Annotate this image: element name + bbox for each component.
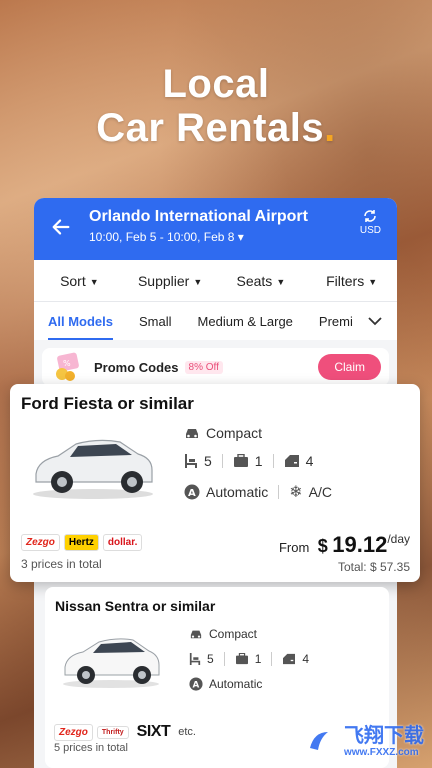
car-capacity: 5 1 4 — [184, 453, 313, 469]
car-transmission: A Automatic — [189, 677, 262, 691]
luggage-icon — [233, 454, 248, 467]
supplier-logo-zezgo: Zezgo — [21, 534, 60, 551]
car-category: Compact — [184, 425, 262, 441]
search-header: Orlando International Airport 10:00, Feb… — [34, 198, 397, 260]
watermark-url: www.FXXZ.com — [344, 746, 419, 758]
supplier-logo-zezgo: Zezgo — [54, 723, 93, 741]
automatic-icon: A — [184, 484, 200, 500]
promo-headline: Local Car Rentals. — [0, 62, 432, 150]
headline-dot: . — [324, 106, 336, 150]
prices-count: 5 prices in total — [54, 742, 128, 754]
car-icon — [190, 630, 202, 639]
automatic-icon: A — [189, 677, 203, 691]
price-from-label: From — [278, 540, 310, 555]
luggage-icon — [235, 653, 248, 665]
refresh-currency-icon — [364, 210, 377, 222]
more-tabs-button[interactable] — [353, 302, 397, 340]
car-title: Nissan Sentra or similar — [55, 598, 216, 614]
svg-text:%: % — [63, 359, 71, 368]
currency-switcher[interactable]: USD — [360, 208, 381, 236]
watermark-logo-icon — [298, 720, 340, 762]
caret-down-icon: ▼ — [276, 276, 286, 287]
car-transmission: A Automatic ❄ A/C — [184, 482, 332, 502]
seats-dropdown[interactable]: Seats ▼ — [216, 273, 307, 289]
caret-down-icon: ▼ — [368, 276, 378, 287]
filters-dropdown[interactable]: Filters ▼ — [306, 273, 397, 289]
seat-icon — [185, 454, 197, 468]
bags-count: 1 — [254, 652, 262, 666]
claim-button[interactable]: Claim — [318, 354, 381, 380]
seats-count: 5 — [207, 652, 214, 666]
ac-label: A/C — [308, 484, 332, 500]
back-arrow-icon[interactable] — [50, 216, 72, 238]
supplier-logo-hertz: Hertz — [63, 534, 99, 551]
car-icon — [186, 429, 198, 438]
svg-text:A: A — [188, 488, 196, 499]
car-image — [63, 638, 160, 688]
seats-count: 5 — [204, 453, 212, 469]
headline-line-2: Car Rentals — [96, 106, 325, 150]
site-watermark: 飞翔下载 www.FXXZ.com — [298, 720, 424, 762]
supplier-logo-dollar: dollar. — [102, 534, 143, 551]
door-icon — [283, 653, 296, 665]
supplier-logos: Zezgo Hertz dollar. — [21, 534, 146, 551]
snowflake-icon: ❄ — [289, 484, 303, 501]
price-per-day: 19.12 — [332, 532, 388, 557]
date-range[interactable]: 10:00, Feb 5 - 10:00, Feb 8 ▾ — [89, 230, 244, 244]
coupon-icon: % — [56, 352, 79, 381]
doors-count: 4 — [305, 453, 314, 469]
watermark-title: 飞翔下载 — [344, 724, 424, 747]
price-block: From $ 19.12/day Total: $ 57.35 — [279, 532, 410, 574]
price-currency: $ — [317, 536, 328, 556]
car-capacity: 5 1 4 — [189, 652, 309, 666]
door-icon — [284, 455, 299, 467]
supplier-logos: Zezgo Thrifty SIXT etc. — [54, 721, 196, 743]
caret-down-icon: ▼ — [193, 276, 203, 287]
currency-label: USD — [359, 225, 381, 236]
tab-small[interactable]: Small — [139, 314, 172, 329]
price-unit: /day — [387, 532, 410, 546]
tab-medium-large[interactable]: Medium & Large — [198, 314, 293, 329]
svg-text:A: A — [193, 681, 200, 691]
suppliers-etc: etc. — [178, 726, 196, 738]
car-category: Compact — [189, 627, 257, 641]
filter-bar: Sort ▼ Supplier ▼ Seats ▼ Filters ▼ — [34, 260, 397, 302]
location-title[interactable]: Orlando International Airport — [89, 208, 308, 226]
seat-icon — [189, 653, 201, 665]
caret-down-icon: ▼ — [89, 276, 99, 287]
sort-dropdown[interactable]: Sort ▼ — [34, 273, 125, 289]
car-image — [33, 439, 153, 499]
prices-count: 3 prices in total — [21, 557, 102, 571]
promo-codes-banner: % Promo Codes 8% Off Claim — [42, 348, 389, 386]
doors-count: 4 — [302, 652, 310, 666]
price-total: Total: $ 57.35 — [337, 560, 410, 574]
supplier-dropdown[interactable]: Supplier ▼ — [125, 273, 216, 289]
car-card-ford-fiesta[interactable]: Ford Fiesta or similar Compact 5 1 4 A A… — [10, 384, 420, 582]
bags-count: 1 — [254, 453, 263, 469]
supplier-logo-sixt: SIXT — [136, 723, 171, 740]
tab-all-models[interactable]: All Models — [48, 314, 114, 340]
car-title: Ford Fiesta or similar — [21, 394, 194, 413]
headline-line-1: Local — [162, 62, 270, 106]
promo-label: Promo Codes — [94, 359, 179, 375]
model-tabs: All Models Small Medium & Large Premiu — [34, 302, 397, 340]
supplier-logo-thrifty: Thrifty — [96, 725, 129, 739]
chevron-down-icon — [368, 317, 382, 326]
promo-discount-badge: 8% Off — [184, 360, 223, 374]
